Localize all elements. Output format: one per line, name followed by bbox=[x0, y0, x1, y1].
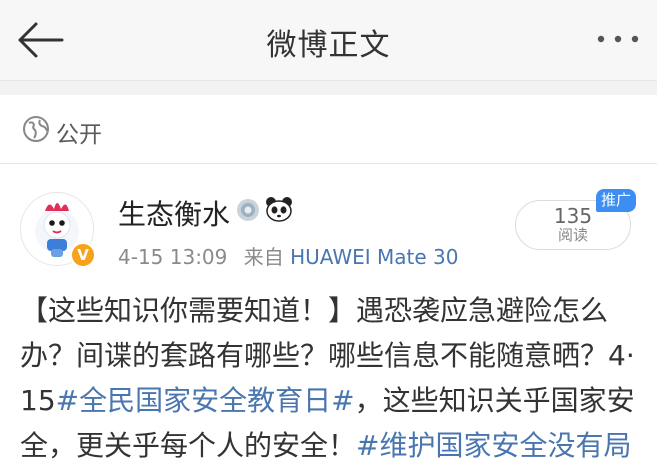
post-device[interactable]: HUAWEI Mate 30 bbox=[290, 245, 458, 269]
visibility-row: 公开 bbox=[0, 95, 657, 164]
top-bar: 微博正文 bbox=[0, 0, 657, 81]
reads-label: 阅读 bbox=[557, 226, 588, 244]
more-button[interactable] bbox=[595, 24, 641, 54]
medal-icon[interactable] bbox=[236, 198, 260, 222]
author-name[interactable]: 生态衡水 bbox=[118, 193, 230, 233]
verified-badge: V bbox=[70, 242, 96, 268]
hashtag-link[interactable]: #全民国家安全教育日# bbox=[56, 384, 355, 417]
globe-icon bbox=[23, 116, 49, 142]
more-dots-icon bbox=[597, 35, 639, 43]
post-meta: 4-15 13:09 来自 HUAWEI Mate 30 bbox=[118, 241, 459, 270]
post-content: 【这些知识你需要知道！】遇恐袭应急避险怎么办？间谍的套路有哪些？哪些信息不能随意… bbox=[20, 288, 645, 468]
post-via: 来自 bbox=[243, 245, 284, 269]
post-date: 4-15 13:09 bbox=[118, 245, 228, 269]
page-title: 微博正文 bbox=[266, 28, 391, 63]
author-avatar[interactable]: V bbox=[20, 192, 96, 268]
section-gap bbox=[0, 81, 657, 95]
visibility-label: 公开 bbox=[56, 122, 102, 148]
panda-icon[interactable] bbox=[265, 196, 293, 222]
promote-badge[interactable]: 推广 bbox=[596, 189, 636, 212]
hashtag-link[interactable]: #维护国家安全没有局 bbox=[356, 429, 631, 462]
